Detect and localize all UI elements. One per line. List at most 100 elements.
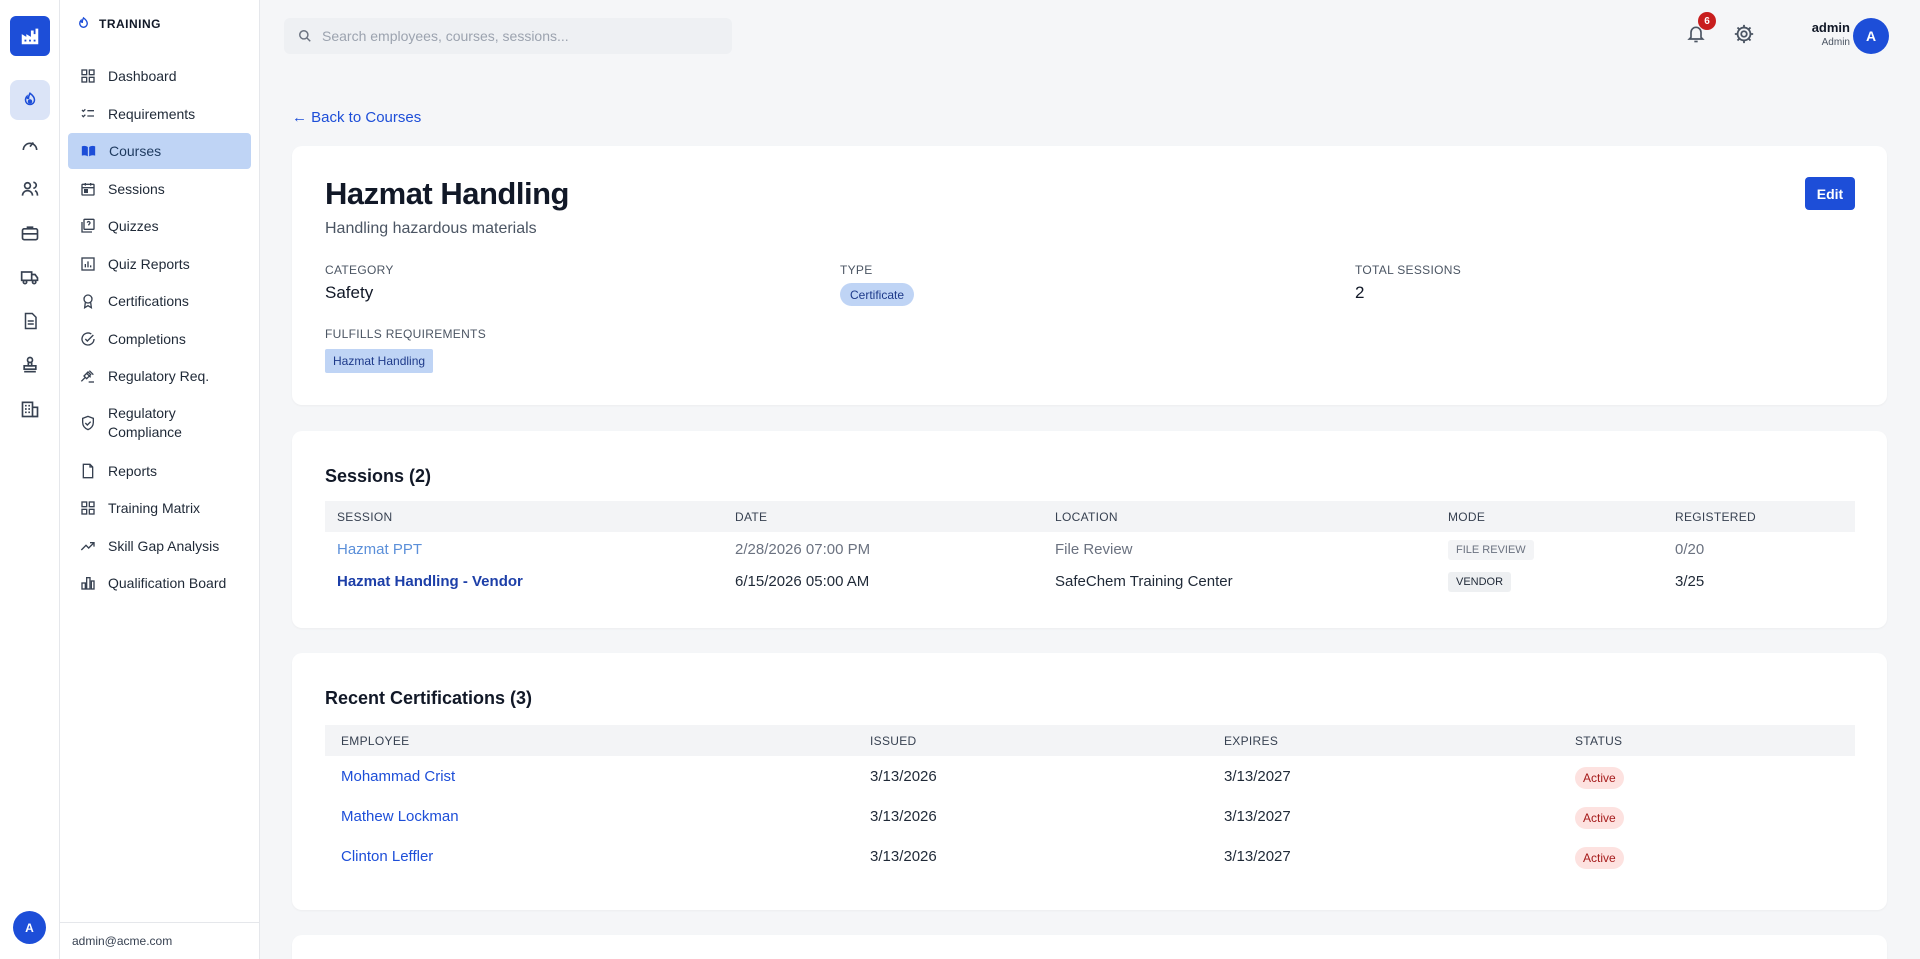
total-sessions-label: TOTAL SESSIONS xyxy=(1355,263,1462,277)
total-sessions-value: 2 xyxy=(1355,283,1365,302)
sidebar-title: TRAINING xyxy=(99,16,161,31)
sidebar-item-sessions[interactable]: Sessions xyxy=(68,171,251,207)
column-header: DATE xyxy=(735,510,768,524)
type-label: TYPE xyxy=(840,263,873,277)
sidebar-item-label: Skill Gap Analysis xyxy=(108,537,220,554)
session-location: File Review xyxy=(1055,541,1133,558)
user-email: admin@acme.com xyxy=(60,922,260,959)
sidebar-item-label: Sessions xyxy=(108,180,165,197)
status-badge: Active xyxy=(1575,767,1624,789)
category-label: CATEGORY xyxy=(325,263,394,277)
employee-link[interactable]: Mohammad Crist xyxy=(341,768,455,785)
page-title: Hazmat Handling xyxy=(325,176,569,211)
session-registered: 0/20 xyxy=(1675,541,1705,558)
sidebar-item-completions[interactable]: Completions xyxy=(68,321,251,357)
training-icon[interactable] xyxy=(10,80,50,120)
people-icon[interactable] xyxy=(10,169,50,209)
session-location: SafeChem Training Center xyxy=(1055,573,1233,590)
sidebar-item-label: Training Matrix xyxy=(108,499,201,516)
search-icon xyxy=(299,30,311,42)
sidebar-item-dashboard[interactable]: Dashboard xyxy=(68,58,251,94)
document-icon[interactable] xyxy=(10,301,50,341)
sidebar-item-certifications[interactable]: Certifications xyxy=(68,283,251,319)
column-header: REGISTERED xyxy=(1675,510,1757,524)
expires-date: 3/13/2027 xyxy=(1224,848,1291,865)
shield-check-icon xyxy=(82,415,94,431)
sidebar-item-skill-gap-analysis[interactable]: Skill Gap Analysis xyxy=(68,528,251,564)
user-name: admin xyxy=(1811,20,1850,35)
sessions-table-header: SESSION DATE LOCATION MODE REGISTERED xyxy=(325,501,1855,532)
factory-icon[interactable] xyxy=(10,16,50,56)
column-header: STATUS xyxy=(1575,734,1623,748)
sidebar-item-reports[interactable]: Reports xyxy=(68,453,251,489)
award-icon xyxy=(83,294,93,309)
sidebar-item-label: Regulatory Compliance xyxy=(108,405,182,440)
checklist-icon xyxy=(81,108,94,118)
requirement-badge[interactable]: Hazmat Handling xyxy=(325,349,434,373)
fulfills-requirements-label: FULFILLS REQUIREMENTS xyxy=(325,327,486,341)
avatar[interactable]: A xyxy=(1853,18,1889,54)
search-bar[interactable] xyxy=(284,18,732,54)
user-menu[interactable]: admin Admin xyxy=(1790,20,1850,50)
sidebar-item-requirements[interactable]: Requirements xyxy=(68,96,251,132)
issued-date: 3/13/2026 xyxy=(870,768,937,785)
table-row[interactable]: Hazmat PPT 2/28/2026 07:00 PM File Revie… xyxy=(325,534,1855,566)
session-link[interactable]: Hazmat PPT xyxy=(337,541,422,558)
column-header: MODE xyxy=(1448,510,1486,524)
sidebar-item-label: Courses xyxy=(109,142,162,159)
session-registered: 3/25 xyxy=(1675,573,1705,590)
expires-date: 3/13/2027 xyxy=(1224,768,1291,785)
certifications-table-header: EMPLOYEE ISSUED EXPIRES STATUS xyxy=(325,725,1855,756)
sidebar-item-label: Reports xyxy=(108,462,158,479)
gear-icon xyxy=(1734,24,1754,44)
avatar[interactable]: A xyxy=(13,911,46,944)
sidebar-item-regulatory-compliance[interactable]: Regulatory Compliance xyxy=(68,401,251,445)
settings-button[interactable] xyxy=(1731,21,1757,47)
sidebar-item-regulatory-req[interactable]: Regulatory Req. xyxy=(68,358,251,394)
session-link[interactable]: Hazmat Handling - Vendor xyxy=(337,573,523,590)
sidebar-item-qualification-board[interactable]: Qualification Board xyxy=(68,565,251,601)
building-icon[interactable] xyxy=(10,389,50,429)
briefcase-icon[interactable] xyxy=(10,213,50,253)
trending-icon xyxy=(80,542,95,551)
book-open-icon xyxy=(81,145,96,157)
search-input[interactable] xyxy=(322,28,722,44)
employee-link[interactable]: Clinton Leffler xyxy=(341,848,433,865)
mode-badge: VENDOR xyxy=(1448,572,1512,592)
sidebar-item-quiz-reports[interactable]: Quiz Reports xyxy=(68,246,251,282)
user-role: Admin xyxy=(1821,37,1850,48)
sidebar-item-label: Requirements xyxy=(108,105,196,122)
grid-icon xyxy=(81,69,95,83)
table-row[interactable]: Clinton Leffler 3/13/2026 3/13/2027 Acti… xyxy=(325,837,1855,877)
table-row[interactable]: Hazmat Handling - Vendor 6/15/2026 05:00… xyxy=(325,566,1855,598)
certifications-title: Recent Certifications (3) xyxy=(325,688,533,708)
gauge-icon[interactable] xyxy=(10,125,50,165)
session-date: 6/15/2026 05:00 AM xyxy=(735,573,870,590)
bar-chart-icon xyxy=(81,577,95,590)
session-date: 2/28/2026 07:00 PM xyxy=(735,541,871,558)
sidebar-item-label: Dashboard xyxy=(108,67,177,84)
sidebar-item-courses[interactable]: Courses xyxy=(68,133,251,169)
certifications-card: Recent Certifications (3) EMPLOYEE ISSUE… xyxy=(292,653,1887,910)
table-row[interactable]: Mathew Lockman 3/13/2026 3/13/2027 Activ… xyxy=(325,797,1855,837)
stamp-icon[interactable] xyxy=(10,345,50,385)
category-value: Safety xyxy=(325,283,374,302)
table-row[interactable]: Mohammad Crist 3/13/2026 3/13/2027 Activ… xyxy=(325,757,1855,797)
quiz-icon xyxy=(81,218,95,233)
check-circle-icon xyxy=(81,332,95,346)
icon-rail: A xyxy=(0,0,60,959)
notification-badge: 6 xyxy=(1698,12,1716,30)
truck-icon[interactable] xyxy=(10,257,50,297)
edit-button[interactable]: Edit xyxy=(1805,177,1855,210)
sessions-title: Sessions (2) xyxy=(325,466,432,486)
sidebar-item-quizzes[interactable]: Quizzes xyxy=(68,208,251,244)
employee-link[interactable]: Mathew Lockman xyxy=(341,808,459,825)
sidebar-item-training-matrix[interactable]: Training Matrix xyxy=(68,490,251,526)
back-to-courses-link[interactable]: ← Back to Courses xyxy=(292,109,421,126)
column-header: ISSUED xyxy=(870,734,917,748)
sidebar-item-label: Quiz Reports xyxy=(108,255,190,272)
gavel-icon xyxy=(80,370,94,383)
calendar-icon xyxy=(81,183,95,196)
course-details-card: Hazmat Handling Handling hazardous mater… xyxy=(292,146,1887,405)
status-badge: Active xyxy=(1575,807,1624,829)
